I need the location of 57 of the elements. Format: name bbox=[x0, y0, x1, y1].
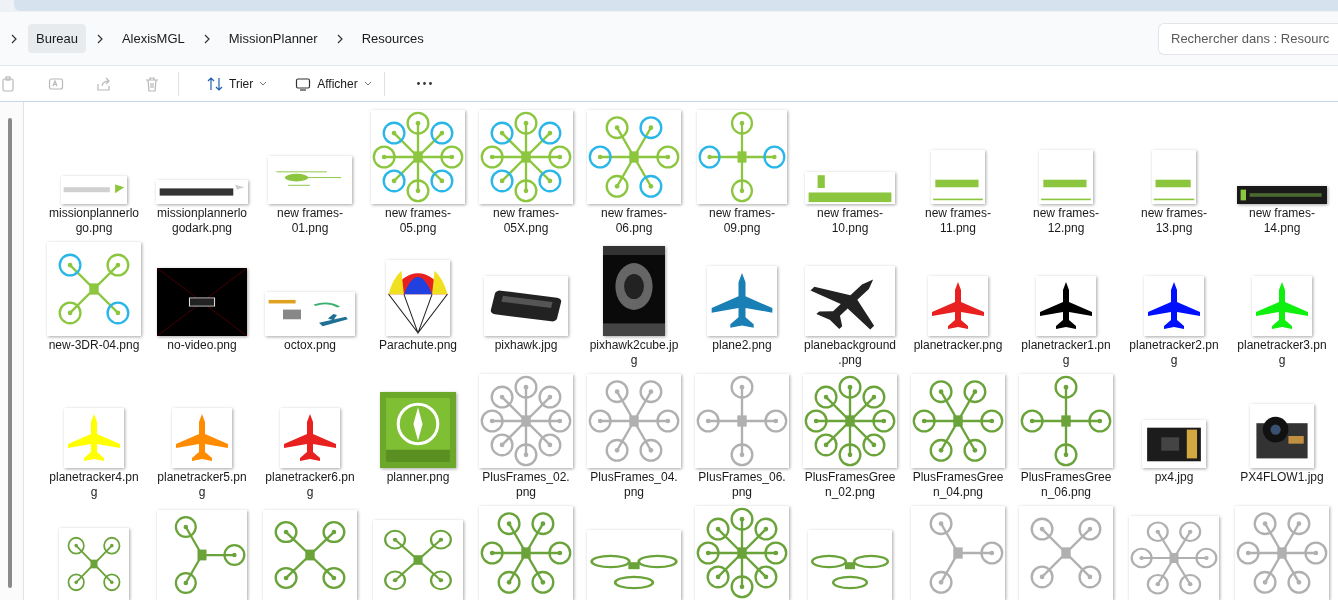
file-name[interactable]: new-3DR-04.png bbox=[47, 338, 141, 353]
file-name[interactable]: missionplannerlogodark.png bbox=[155, 206, 249, 236]
file-name[interactable]: PX4FLOW1.jpg bbox=[1235, 470, 1329, 485]
file-name[interactable]: PlusFrames_06.png bbox=[695, 470, 789, 500]
view-button[interactable]: Afficher bbox=[287, 68, 380, 99]
file-name[interactable]: new frames-13.png bbox=[1127, 206, 1221, 236]
chevron-right-icon bbox=[335, 33, 344, 44]
search-input[interactable]: Rechercher dans : Resourc bbox=[1171, 28, 1338, 49]
file-name[interactable]: pixhawk2cube.jpg bbox=[587, 338, 681, 368]
file-name[interactable]: PlusFramesGreen_04.png bbox=[911, 470, 1005, 500]
rename-icon bbox=[48, 75, 64, 92]
file-name[interactable]: PlusFrames_04.png bbox=[587, 470, 681, 500]
file-name[interactable]: new frames-05X.png bbox=[479, 206, 573, 236]
file-name[interactable]: PlusFrames_02.png bbox=[479, 470, 573, 500]
file-name[interactable]: planetracker.png bbox=[911, 338, 1005, 353]
more-icon bbox=[416, 82, 432, 85]
chevron-right-icon bbox=[95, 33, 104, 44]
sort-icon bbox=[207, 75, 223, 92]
file-name[interactable]: PlusFramesGreen_06.png bbox=[1019, 470, 1113, 500]
file-name[interactable]: no-video.png bbox=[155, 338, 249, 353]
file-name[interactable]: missionplannerlogo.png bbox=[47, 206, 141, 236]
file-name[interactable]: new frames-05.png bbox=[371, 206, 465, 236]
file-name[interactable]: planetracker3.png bbox=[1235, 338, 1329, 368]
file-name[interactable]: planetracker5.png bbox=[155, 470, 249, 500]
caret-icon bbox=[259, 80, 268, 87]
file-name[interactable]: px4.jpg bbox=[1127, 470, 1221, 485]
monitor-icon bbox=[295, 75, 312, 92]
file-name[interactable]: new frames-11.png bbox=[911, 206, 1005, 236]
share-icon bbox=[96, 75, 112, 92]
file-name[interactable]: new frames-09.png bbox=[695, 206, 789, 236]
file-name[interactable]: pixhawk.jpg bbox=[479, 338, 573, 353]
file-name[interactable]: planetracker2.png bbox=[1127, 338, 1221, 368]
breadcrumb[interactable]: MissionPlanner bbox=[220, 23, 326, 54]
breadcrumb[interactable]: AlexisMGL bbox=[113, 23, 193, 54]
file-name[interactable]: planebackground.png bbox=[803, 338, 897, 368]
file-name[interactable]: new frames-12.png bbox=[1019, 206, 1113, 236]
file-name[interactable]: planetracker6.png bbox=[263, 470, 357, 500]
file-name[interactable]: planetracker4.png bbox=[47, 470, 141, 500]
file-name[interactable]: plane2.png bbox=[695, 338, 789, 353]
search-field[interactable]: Rechercher dans : Resourc bbox=[1158, 22, 1338, 55]
file-name[interactable]: planetracker1.png bbox=[1019, 338, 1113, 368]
chevron-right-icon bbox=[10, 33, 18, 44]
sort-button[interactable]: Trier bbox=[199, 68, 276, 99]
file-name[interactable]: planner.png bbox=[371, 470, 465, 485]
chevron-right-icon bbox=[202, 33, 211, 44]
file-name[interactable]: new frames-01.png bbox=[263, 206, 357, 236]
file-name[interactable]: PlusFramesGreen_02.png bbox=[803, 470, 897, 500]
file-name[interactable]: new frames-06.png bbox=[587, 206, 681, 236]
breadcrumb[interactable]: Resources bbox=[353, 23, 432, 54]
delete-icon bbox=[144, 75, 160, 92]
file-name[interactable]: Parachute.png bbox=[371, 338, 465, 353]
file-name[interactable]: new frames-14.png bbox=[1235, 206, 1329, 236]
breadcrumb[interactable]: Bureau bbox=[28, 23, 86, 54]
caret-icon bbox=[363, 80, 372, 87]
paste-icon bbox=[0, 75, 16, 92]
file-name[interactable]: new frames-10.png bbox=[803, 206, 897, 236]
file-name[interactable]: octox.png bbox=[263, 338, 357, 353]
